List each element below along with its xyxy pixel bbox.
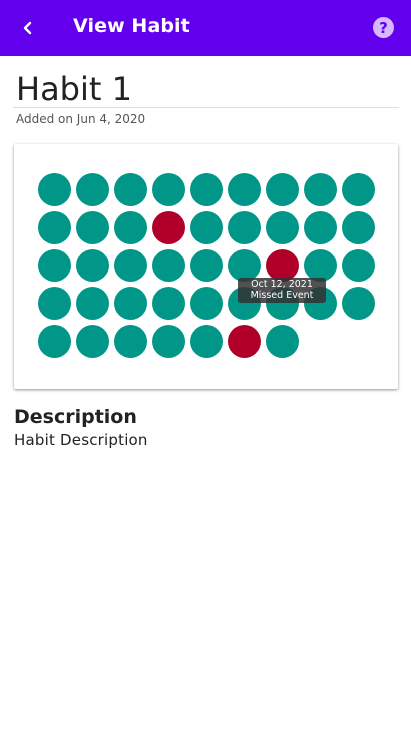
completed-event-dot[interactable] (114, 173, 147, 206)
back-button[interactable] (14, 14, 42, 42)
description-text: Habit Description (14, 431, 148, 449)
completed-event-dot[interactable] (152, 325, 185, 358)
completed-event-dot[interactable] (114, 287, 147, 320)
completed-event-dot[interactable] (114, 249, 147, 282)
completed-event-dot[interactable] (190, 249, 223, 282)
completed-event-dot[interactable] (342, 211, 375, 244)
completed-event-dot[interactable] (304, 173, 337, 206)
completed-event-dot[interactable] (38, 249, 71, 282)
completed-event-dot[interactable] (190, 287, 223, 320)
completed-event-dot[interactable] (228, 211, 261, 244)
completed-event-dot[interactable] (342, 249, 375, 282)
completed-event-dot[interactable] (190, 211, 223, 244)
completed-event-dot[interactable] (342, 173, 375, 206)
completed-event-dot[interactable] (38, 325, 71, 358)
habit-title: Habit 1 (16, 70, 132, 108)
tooltip-status: Missed Event (250, 289, 314, 301)
completed-event-dot[interactable] (114, 325, 147, 358)
app-bar: View Habit ? (0, 0, 411, 56)
help-button[interactable]: ? (373, 17, 394, 38)
completed-event-dot[interactable] (114, 211, 147, 244)
event-tooltip: Oct 12, 2021 Missed Event (238, 278, 326, 303)
completed-event-dot[interactable] (190, 325, 223, 358)
completed-event-dot[interactable] (228, 173, 261, 206)
completed-event-dot[interactable] (152, 249, 185, 282)
completed-event-dot[interactable] (76, 325, 109, 358)
completed-event-dot[interactable] (76, 211, 109, 244)
completed-event-dot[interactable] (38, 287, 71, 320)
completed-event-dot[interactable] (76, 173, 109, 206)
completed-event-dot[interactable] (266, 211, 299, 244)
title-divider (13, 107, 399, 108)
help-circle-icon: ? (379, 18, 388, 37)
missed-event-dot[interactable] (228, 325, 261, 358)
completed-event-dot[interactable] (190, 173, 223, 206)
completed-event-dot[interactable] (342, 287, 375, 320)
completed-event-dot[interactable] (76, 287, 109, 320)
completed-event-dot[interactable] (38, 211, 71, 244)
missed-event-dot[interactable] (152, 211, 185, 244)
completed-event-dot[interactable] (152, 173, 185, 206)
completed-event-dot[interactable] (38, 173, 71, 206)
completed-event-dot[interactable] (304, 211, 337, 244)
completed-event-dot[interactable] (152, 287, 185, 320)
tooltip-date: Oct 12, 2021 (251, 279, 313, 290)
chevron-left-icon (23, 21, 32, 35)
page-title: View Habit (73, 15, 190, 37)
added-on-date: Added on Jun 4, 2020 (16, 112, 146, 126)
completed-event-dot[interactable] (76, 249, 109, 282)
completed-event-dot[interactable] (266, 173, 299, 206)
description-heading: Description (14, 406, 137, 428)
completed-event-dot[interactable] (266, 325, 299, 358)
